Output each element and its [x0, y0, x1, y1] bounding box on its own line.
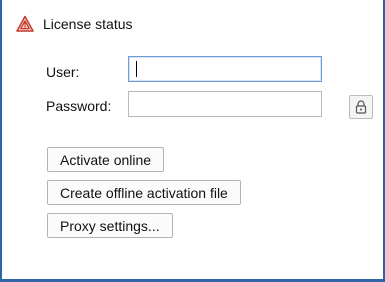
panel-title: License status [43, 16, 133, 32]
text-caret [136, 61, 137, 77]
lock-button[interactable] [349, 95, 373, 119]
license-panel: License status User: Password: Activate … [0, 0, 385, 282]
user-label: User: [46, 64, 80, 80]
password-label: Password: [46, 98, 112, 114]
activate-online-button[interactable]: Activate online [47, 147, 165, 172]
panel-header: License status [16, 14, 133, 34]
proxy-settings-button[interactable]: Proxy settings... [47, 213, 173, 238]
create-offline-activation-button[interactable]: Create offline activation file [47, 180, 241, 205]
warning-triangle-icon [16, 15, 34, 32]
lock-icon [355, 100, 367, 114]
user-field[interactable] [128, 56, 322, 82]
password-field[interactable] [128, 91, 322, 117]
